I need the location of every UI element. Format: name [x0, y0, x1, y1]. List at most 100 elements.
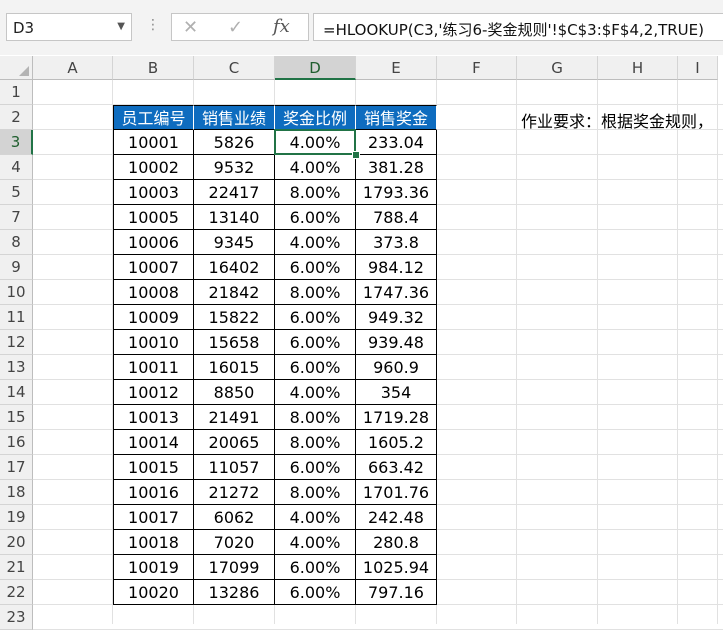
- table-cell[interactable]: 10011: [113, 355, 194, 380]
- table-header-cell[interactable]: 销售业绩: [194, 105, 275, 130]
- table-cell[interactable]: 9532: [194, 155, 275, 180]
- row-header-20[interactable]: 20: [0, 530, 33, 555]
- table-cell[interactable]: 381.28: [356, 155, 437, 180]
- table-cell[interactable]: 1701.76: [356, 480, 437, 505]
- table-cell[interactable]: 16015: [194, 355, 275, 380]
- table-cell[interactable]: 1605.2: [356, 430, 437, 455]
- table-cell[interactable]: 10015: [113, 455, 194, 480]
- checkmark-icon[interactable]: ✓: [228, 17, 243, 38]
- table-cell[interactable]: 4.00%: [275, 380, 356, 405]
- row-header-3[interactable]: 3: [0, 130, 33, 155]
- table-cell[interactable]: 10006: [113, 230, 194, 255]
- table-cell[interactable]: 10002: [113, 155, 194, 180]
- column-header-b[interactable]: B: [113, 56, 194, 80]
- table-cell[interactable]: 984.12: [356, 255, 437, 280]
- row-header-7[interactable]: 7: [0, 205, 33, 230]
- column-header-i[interactable]: I: [678, 56, 718, 80]
- chevron-down-icon[interactable]: ▼: [117, 21, 125, 32]
- table-header-cell[interactable]: 奖金比例: [275, 105, 356, 130]
- table-cell[interactable]: 6.00%: [275, 205, 356, 230]
- row-header-8[interactable]: 8: [0, 230, 33, 255]
- table-cell[interactable]: 949.32: [356, 305, 437, 330]
- table-cell[interactable]: 20065: [194, 430, 275, 455]
- table-cell[interactable]: 10013: [113, 405, 194, 430]
- table-cell[interactable]: 10012: [113, 380, 194, 405]
- table-cell[interactable]: 1747.36: [356, 280, 437, 305]
- name-box[interactable]: D3 ▼: [6, 13, 132, 41]
- row-header-23[interactable]: 23: [0, 605, 33, 630]
- row-header-16[interactable]: 16: [0, 430, 33, 455]
- table-cell[interactable]: 8.00%: [275, 405, 356, 430]
- table-cell[interactable]: 8.00%: [275, 480, 356, 505]
- table-cell[interactable]: 10010: [113, 330, 194, 355]
- table-cell[interactable]: 373.8: [356, 230, 437, 255]
- table-cell[interactable]: 21842: [194, 280, 275, 305]
- table-cell[interactable]: 17099: [194, 555, 275, 580]
- table-cell[interactable]: 4.00%: [275, 530, 356, 555]
- column-header-c[interactable]: C: [194, 56, 275, 80]
- row-header-12[interactable]: 12: [0, 330, 33, 355]
- fx-icon[interactable]: fx: [273, 16, 290, 37]
- table-cell[interactable]: 6.00%: [275, 305, 356, 330]
- row-header-17[interactable]: 17: [0, 455, 33, 480]
- table-cell[interactable]: 1025.94: [356, 555, 437, 580]
- row-header-10[interactable]: 10: [0, 280, 33, 305]
- table-cell[interactable]: 21491: [194, 405, 275, 430]
- column-header-d[interactable]: D: [275, 56, 356, 80]
- table-cell[interactable]: 960.9: [356, 355, 437, 380]
- table-cell[interactable]: 6.00%: [275, 255, 356, 280]
- table-cell[interactable]: 6062: [194, 505, 275, 530]
- table-cell[interactable]: 8.00%: [275, 430, 356, 455]
- row-header-22[interactable]: 22: [0, 580, 33, 605]
- table-cell[interactable]: 10019: [113, 555, 194, 580]
- column-header-h[interactable]: H: [598, 56, 678, 80]
- row-header-11[interactable]: 11: [0, 305, 33, 330]
- table-cell[interactable]: 6.00%: [275, 555, 356, 580]
- row-header-13[interactable]: 13: [0, 355, 33, 380]
- table-cell[interactable]: 21272: [194, 480, 275, 505]
- table-header-cell[interactable]: 员工编号: [113, 105, 194, 130]
- table-cell[interactable]: 6.00%: [275, 455, 356, 480]
- table-cell[interactable]: 8.00%: [275, 180, 356, 205]
- table-cell[interactable]: 6.00%: [275, 355, 356, 380]
- row-header-15[interactable]: 15: [0, 405, 33, 430]
- table-cell[interactable]: 16402: [194, 255, 275, 280]
- row-header-2[interactable]: 2: [0, 105, 33, 130]
- table-cell[interactable]: 10008: [113, 280, 194, 305]
- table-cell[interactable]: 10007: [113, 255, 194, 280]
- table-cell[interactable]: 5826: [194, 130, 275, 155]
- table-header-cell[interactable]: 销售奖金: [356, 105, 437, 130]
- table-cell[interactable]: 13140: [194, 205, 275, 230]
- table-cell[interactable]: 15658: [194, 330, 275, 355]
- table-cell[interactable]: 10003: [113, 180, 194, 205]
- table-cell[interactable]: 8.00%: [275, 280, 356, 305]
- table-cell[interactable]: 233.04: [356, 130, 437, 155]
- table-cell[interactable]: 8850: [194, 380, 275, 405]
- vertical-dots-icon[interactable]: ⋮: [146, 17, 160, 33]
- row-header-4[interactable]: 4: [0, 155, 33, 180]
- table-cell[interactable]: 10009: [113, 305, 194, 330]
- column-header-g[interactable]: G: [517, 56, 598, 80]
- table-cell[interactable]: 242.48: [356, 505, 437, 530]
- row-header-1[interactable]: 1: [0, 80, 33, 105]
- table-cell[interactable]: 797.16: [356, 580, 437, 605]
- row-header-14[interactable]: 14: [0, 380, 33, 405]
- table-cell[interactable]: 280.8: [356, 530, 437, 555]
- table-cell[interactable]: 1793.36: [356, 180, 437, 205]
- table-cell[interactable]: 4.00%: [275, 155, 356, 180]
- table-cell[interactable]: 1719.28: [356, 405, 437, 430]
- table-cell[interactable]: 10005: [113, 205, 194, 230]
- table-cell[interactable]: 10018: [113, 530, 194, 555]
- table-cell[interactable]: 788.4: [356, 205, 437, 230]
- table-cell[interactable]: 13286: [194, 580, 275, 605]
- table-cell[interactable]: 10014: [113, 430, 194, 455]
- table-cell[interactable]: 10016: [113, 480, 194, 505]
- table-cell[interactable]: 354: [356, 380, 437, 405]
- table-cell[interactable]: 11057: [194, 455, 275, 480]
- table-cell[interactable]: 15822: [194, 305, 275, 330]
- table-cell[interactable]: 22417: [194, 180, 275, 205]
- table-cell[interactable]: 10020: [113, 580, 194, 605]
- select-all-button[interactable]: [0, 56, 33, 80]
- row-header-9[interactable]: 9: [0, 255, 33, 280]
- table-cell[interactable]: 939.48: [356, 330, 437, 355]
